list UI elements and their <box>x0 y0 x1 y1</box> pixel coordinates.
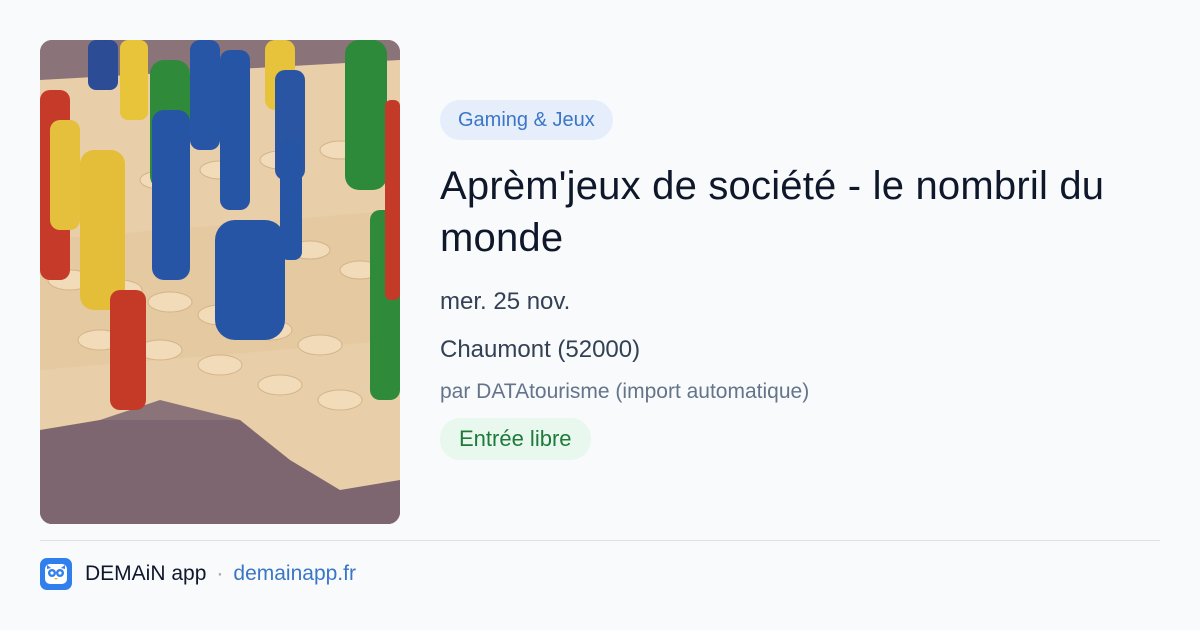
event-date: mer. 25 nov. <box>440 288 571 315</box>
event-details: Gaming & Jeux Aprèm'jeux de société - le… <box>440 100 1160 460</box>
footer-separator: · <box>216 562 224 585</box>
event-title[interactable]: Aprèm'jeux de société - le nombril du mo… <box>440 160 1140 264</box>
category-badge[interactable]: Gaming & Jeux <box>440 100 613 140</box>
footer-divider <box>40 540 1160 541</box>
price-badge: Entrée libre <box>440 418 591 460</box>
event-organizer: par DATAtourisme (import automatique) <box>440 380 810 403</box>
event-image <box>40 40 400 524</box>
board-game-photo <box>40 40 400 524</box>
event-location: Chaumont (52000) <box>440 336 641 363</box>
app-name: DEMAiN app <box>85 562 207 585</box>
owl-face-icon[interactable] <box>40 558 72 590</box>
app-url-link[interactable]: demainapp.fr <box>233 562 356 586</box>
footer: DEMAiN app · demainapp.fr <box>40 558 356 590</box>
